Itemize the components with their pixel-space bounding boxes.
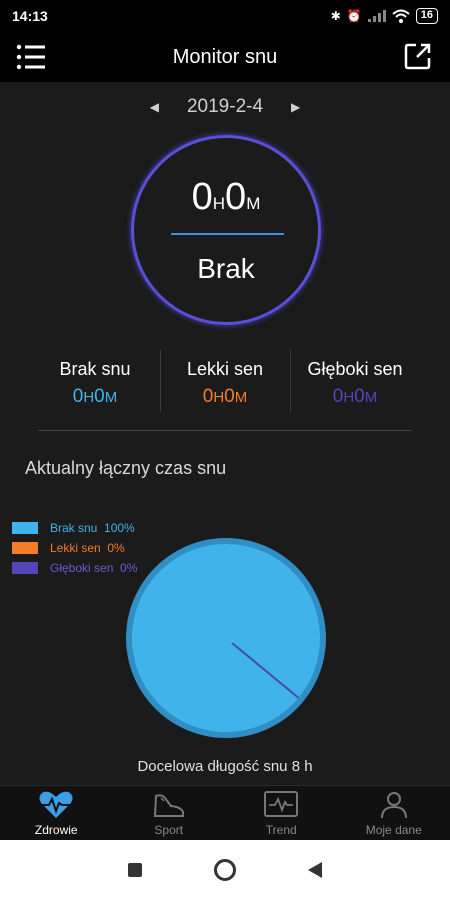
heart-pulse-icon: [39, 791, 73, 818]
chart-legend: Brak snu 100% Lekki sen 0% Głęboki sen 0…: [12, 518, 137, 578]
tab-moje-dane[interactable]: Moje dane: [338, 786, 450, 840]
system-nav-bar: [0, 840, 450, 900]
section-divider: [38, 430, 412, 431]
sleep-stats: Brak snu 0H0M Lekki sen 0H0M Głęboki sen…: [30, 350, 420, 412]
clock: 14:13: [12, 8, 48, 24]
alarm-icon: ⏰: [346, 9, 362, 23]
legend-label: Brak snu 100%: [50, 521, 135, 535]
status-icons: ✱ ⏰ 16: [331, 8, 438, 24]
stat-value: 0H0M: [72, 386, 118, 407]
page-title: Monitor snu: [172, 45, 278, 68]
stat-label: Lekki sen: [186, 359, 264, 379]
nav-label: Trend: [265, 823, 297, 837]
shoe-icon: [153, 794, 184, 817]
legend-swatch: [12, 542, 38, 554]
back-icon[interactable]: [307, 861, 323, 879]
trend-chart-icon: [264, 791, 299, 817]
person-icon: [380, 792, 407, 819]
legend-swatch: [12, 522, 38, 534]
tab-zdrowie[interactable]: Zdrowie: [0, 786, 113, 840]
battery-icon: 16: [415, 8, 438, 24]
stat-value: 0H0M: [332, 386, 378, 407]
legend-label: Lekki sen 0%: [50, 541, 125, 555]
tab-trend[interactable]: Trend: [225, 786, 338, 840]
pie-slice-1: [132, 544, 320, 732]
date-selector: ◀ 2019-2-4 ▶: [0, 92, 450, 122]
stat-label: Głęboki sen: [307, 359, 403, 379]
total-sleep-time: 0H0M: [191, 176, 261, 218]
nav-label: Zdrowie: [34, 823, 78, 837]
menu-icon[interactable]: [16, 44, 46, 70]
stat-light-sleep: Lekki sen 0H0M: [160, 350, 290, 412]
legend-item-awake: Brak snu 100%: [12, 518, 137, 538]
tab-sport[interactable]: Sport: [113, 786, 226, 840]
legend-swatch: [12, 562, 38, 574]
recents-icon[interactable]: [127, 862, 143, 878]
app-header: Monitor snu: [0, 32, 450, 82]
stat-value: 0H0M: [202, 386, 248, 407]
status-bar: 14:13 ✱ ⏰ 16: [0, 0, 450, 32]
stat-awake: Brak snu 0H0M: [30, 350, 160, 412]
next-date-button[interactable]: ▶: [291, 100, 300, 114]
nav-label: Moje dane: [365, 823, 422, 837]
share-icon[interactable]: [404, 42, 432, 70]
section-title: Aktualny łączny czas snu: [25, 458, 227, 478]
sleep-goal: Docelowa długość snu 8 h: [137, 758, 313, 775]
legend-item-light: Lekki sen 0%: [12, 538, 137, 558]
sleep-summary-ring: 0H0M Brak: [131, 135, 321, 325]
prev-date-button[interactable]: ◀: [150, 100, 159, 114]
bluetooth-icon: ✱: [330, 9, 341, 23]
bottom-nav: Zdrowie Sport Trend Moje dane: [0, 785, 450, 840]
sleep-pie-chart: [126, 538, 326, 738]
stat-label: Brak snu: [59, 359, 131, 379]
date-label: 2019-2-4: [186, 96, 264, 117]
legend-item-deep: Głęboki sen 0%: [12, 558, 137, 578]
nav-label: Sport: [154, 823, 184, 837]
home-icon[interactable]: [213, 858, 237, 882]
sleep-status: Brak: [197, 253, 255, 284]
stat-deep-sleep: Głęboki sen 0H0M: [290, 350, 420, 412]
ring-divider: [171, 233, 284, 235]
signal-icon: [367, 10, 386, 22]
wifi-icon: [392, 9, 410, 23]
